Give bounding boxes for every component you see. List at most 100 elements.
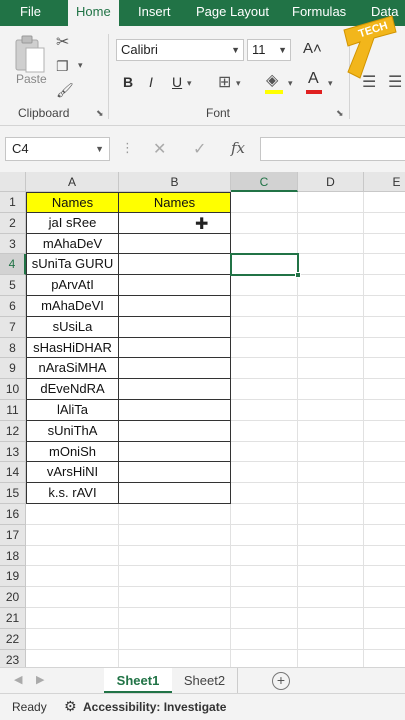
row-header-22[interactable]: 22 <box>0 628 26 650</box>
copy-icon[interactable]: ❐ <box>56 58 69 75</box>
bold-button[interactable]: B <box>123 74 133 90</box>
cell-b5[interactable] <box>119 275 231 296</box>
borders-icon[interactable]: ⊞ <box>218 72 231 92</box>
cell-b8[interactable] <box>119 337 231 359</box>
row-header-4[interactable]: 4 <box>0 254 26 276</box>
cell-b13[interactable] <box>119 441 231 463</box>
worksheet-grid[interactable]: A B C D E 1 2 3 4 5 6 7 8 9 10 11 12 13 14 15 16 17 18 19 20 21 22… <box>0 172 405 667</box>
name-box[interactable]: C4 ▼ <box>5 137 110 161</box>
row-header-1[interactable]: 1 <box>0 192 26 213</box>
cell-b2[interactable] <box>119 212 231 234</box>
cell-b15[interactable] <box>119 483 231 504</box>
row-header-15[interactable]: 15 <box>0 483 26 504</box>
cell-b7[interactable] <box>119 316 231 338</box>
next-sheet-icon[interactable]: ▶ <box>36 673 44 686</box>
cell-a15[interactable]: k.s. rAVI <box>26 483 119 504</box>
sheet-tab-sheet1[interactable]: Sheet1 <box>104 668 172 694</box>
gridline <box>26 607 405 608</box>
row-header-2[interactable]: 2 <box>0 212 26 234</box>
prev-sheet-icon[interactable]: ◀ <box>14 673 22 686</box>
tab-home[interactable]: Home <box>68 0 119 26</box>
row-header-3[interactable]: 3 <box>0 233 26 255</box>
row-header-6[interactable]: 6 <box>0 296 26 317</box>
cell-b12[interactable] <box>119 420 231 442</box>
column-header-a[interactable]: A <box>26 172 119 192</box>
row-header-12[interactable]: 12 <box>0 420 26 442</box>
active-cell-selection[interactable] <box>230 253 299 277</box>
increase-font-icon[interactable]: A˄ <box>303 40 322 57</box>
row-header-21[interactable]: 21 <box>0 608 26 629</box>
cell-a12[interactable]: sUniThA <box>26 420 119 442</box>
fill-handle[interactable] <box>295 272 301 279</box>
cell-a13[interactable]: mOniSh <box>26 441 119 463</box>
accessibility-status[interactable]: Accessibility: Investigate <box>83 700 226 714</box>
cell-b1[interactable]: Names <box>119 192 231 213</box>
underline-dropdown-icon[interactable]: ▾ <box>187 78 192 89</box>
font-size-combo[interactable]: 11 ▼ <box>247 39 291 61</box>
row-header-16[interactable]: 16 <box>0 504 26 525</box>
column-header-e[interactable]: E <box>364 172 405 192</box>
row-header-14[interactable]: 14 <box>0 462 26 484</box>
italic-button[interactable]: I <box>149 74 153 90</box>
row-header-20[interactable]: 20 <box>0 587 26 608</box>
cell-a11[interactable]: lAliTa <box>26 400 119 421</box>
cell-b9[interactable] <box>119 358 231 380</box>
paste-button[interactable] <box>12 34 48 96</box>
underline-button[interactable]: U <box>172 74 182 90</box>
format-painter-icon[interactable]: 🖌 <box>56 82 74 99</box>
cell-a2[interactable]: jaI sRee <box>26 212 119 234</box>
copy-dropdown-icon[interactable]: ▾ <box>78 60 83 71</box>
borders-dropdown-icon[interactable]: ▾ <box>236 78 241 89</box>
column-header-c[interactable]: C <box>231 172 298 192</box>
font-launcher-icon[interactable]: ⬊ <box>336 108 344 119</box>
cut-icon[interactable]: ✂ <box>56 32 69 52</box>
row-header-9[interactable]: 9 <box>0 358 26 380</box>
tab-page-layout[interactable]: Page Layout <box>196 0 269 26</box>
cell-a10[interactable]: dEveNdRA <box>26 379 119 400</box>
tab-insert[interactable]: Insert <box>138 0 171 26</box>
cell-a9[interactable]: nAraSiMHA <box>26 358 119 380</box>
cell-b10[interactable] <box>119 379 231 400</box>
row-header-23[interactable]: 23 <box>0 649 26 667</box>
font-color-button[interactable]: A <box>308 70 319 88</box>
clipboard-launcher-icon[interactable]: ⬊ <box>96 108 104 119</box>
cell-a3[interactable]: mAhaDeV <box>26 233 119 255</box>
cell-b14[interactable] <box>119 462 231 484</box>
font-group-label: Font <box>206 106 231 120</box>
cell-a14[interactable]: vArsHiNI <box>26 462 119 484</box>
row-header-17[interactable]: 17 <box>0 524 26 546</box>
row-header-8[interactable]: 8 <box>0 337 26 359</box>
cell-b6[interactable] <box>119 296 231 317</box>
row-header-7[interactable]: 7 <box>0 316 26 338</box>
fill-color-icon[interactable]: ◈ <box>266 70 278 90</box>
sheet-tab-sheet2[interactable]: Sheet2 <box>172 668 238 694</box>
cell-b11[interactable] <box>119 400 231 421</box>
accessibility-icon[interactable]: ⚙ <box>64 698 77 715</box>
enter-icon[interactable]: ✓ <box>193 139 206 159</box>
column-header-b[interactable]: B <box>119 172 231 192</box>
cell-a7[interactable]: sUsiLa <box>26 316 119 338</box>
cell-a1[interactable]: Names <box>26 192 119 213</box>
column-header-d[interactable]: D <box>298 172 364 192</box>
cell-b4[interactable] <box>119 254 231 276</box>
cell-a6[interactable]: mAhaDeVI <box>26 296 119 317</box>
insert-function-icon[interactable]: fx <box>231 139 245 157</box>
add-sheet-button[interactable]: + <box>272 672 290 690</box>
select-all-corner[interactable] <box>0 172 26 192</box>
cell-a4[interactable]: sUniTa GURU <box>26 254 119 276</box>
row-header-19[interactable]: 19 <box>0 566 26 588</box>
cell-a8[interactable]: sHasHiDHAR <box>26 337 119 359</box>
cell-a5[interactable]: pArvAtI <box>26 275 119 296</box>
row-header-18[interactable]: 18 <box>0 545 26 567</box>
row-header-10[interactable]: 10 <box>0 379 26 400</box>
row-header-11[interactable]: 11 <box>0 400 26 421</box>
row-header-5[interactable]: 5 <box>0 275 26 296</box>
font-size-value: 11 <box>252 42 266 57</box>
cancel-icon[interactable]: ✕ <box>153 139 166 159</box>
formula-input[interactable] <box>260 137 405 161</box>
font-name-combo[interactable]: Calibri ▼ <box>116 39 244 61</box>
cell-b3[interactable] <box>119 233 231 255</box>
fill-dropdown-icon[interactable]: ▾ <box>288 78 293 89</box>
row-header-13[interactable]: 13 <box>0 441 26 463</box>
tab-file[interactable]: File <box>20 0 41 26</box>
